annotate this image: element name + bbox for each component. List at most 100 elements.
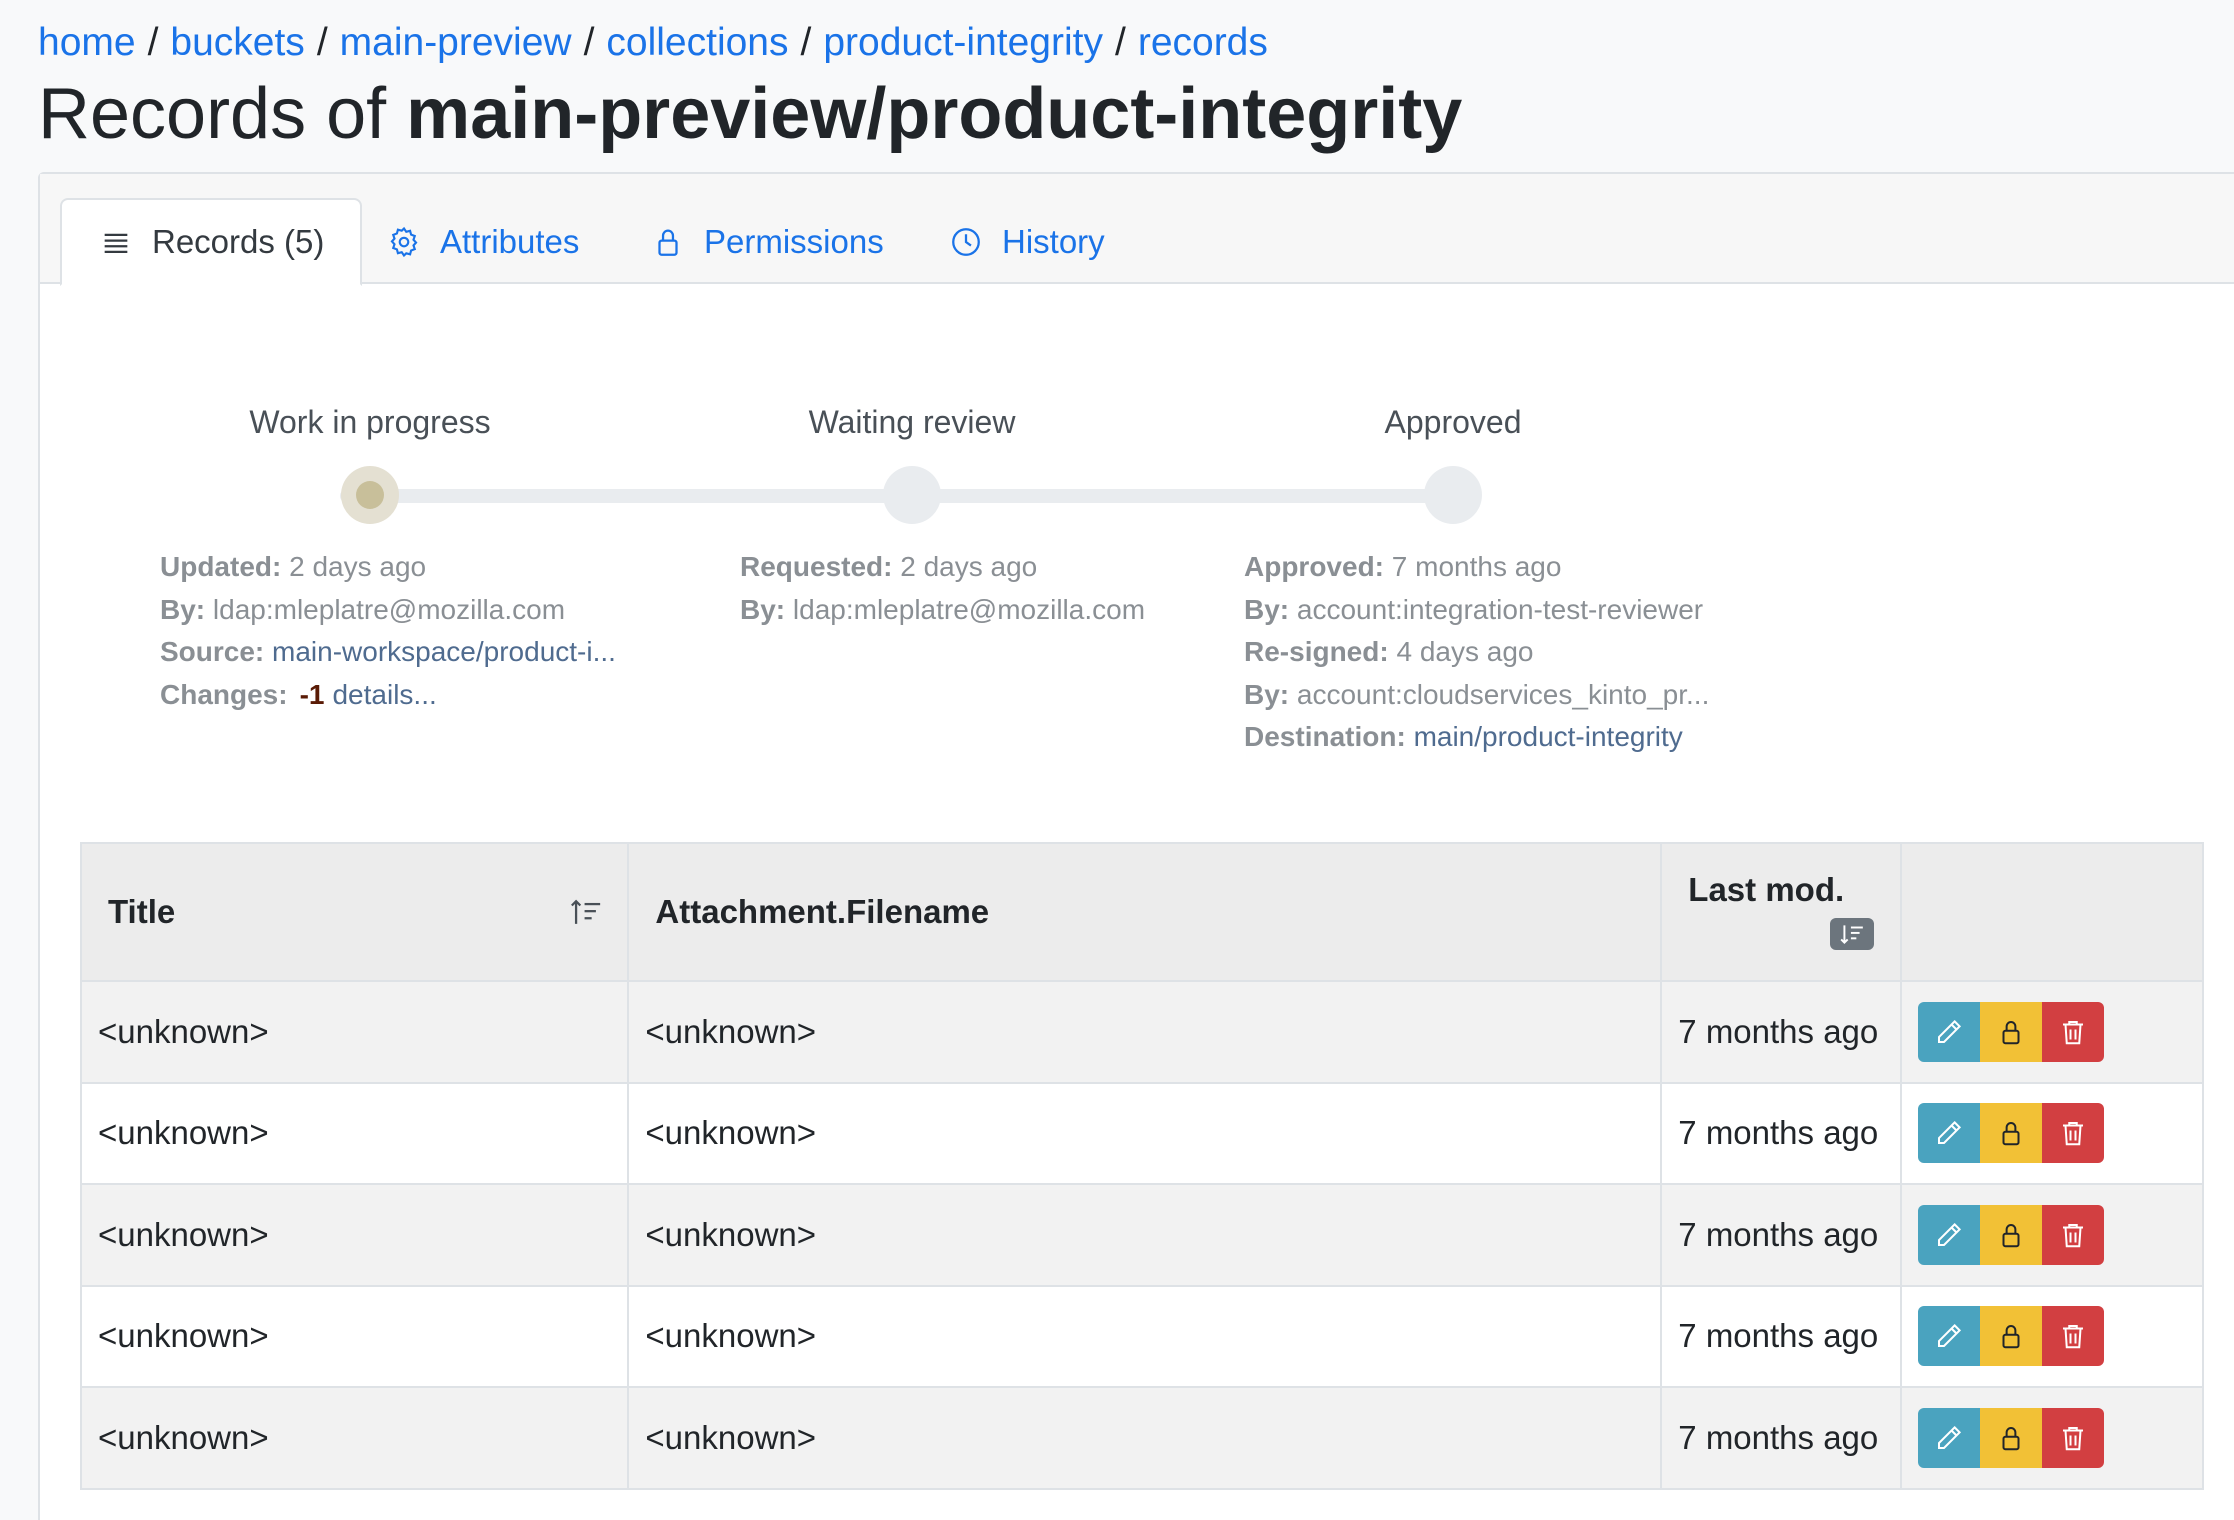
delete-record-button[interactable]	[2042, 1306, 2105, 1367]
record-filename: <unknown>	[627, 980, 1663, 1084]
records-table-body: <unknown> <unknown> 7 months ago <unknow…	[79, 980, 2204, 1490]
destination-link[interactable]: main/product-integrity	[1414, 721, 1683, 752]
table-header-row: Title Attachment.Filename Last mod.	[79, 842, 2204, 982]
record-permissions-button[interactable]	[1980, 1103, 2043, 1164]
record-filename: <unknown>	[627, 1386, 1663, 1490]
tab-permissions[interactable]: Permissions	[650, 198, 884, 286]
delete-record-button[interactable]	[2042, 1001, 2105, 1062]
lock-icon	[2002, 1325, 2020, 1349]
approved-line: Approved: 7 months ago	[1244, 551, 1562, 582]
breadcrumb-home[interactable]: home	[38, 18, 136, 68]
record-filename: <unknown>	[627, 1183, 1663, 1287]
record-last-modified: 7 months ago	[1660, 1183, 1903, 1287]
lock-icon	[650, 224, 686, 260]
step-waiting-review-label: Waiting review	[808, 404, 1016, 440]
lock-icon	[2002, 1426, 2020, 1450]
record-permissions-button[interactable]	[1980, 1407, 2043, 1468]
tab-history[interactable]: History	[948, 198, 1105, 286]
trash-icon	[2063, 1426, 2084, 1450]
pencil-icon	[1938, 1222, 1962, 1246]
breadcrumb-separator: /	[316, 21, 328, 64]
tab-records-label: Records (5)	[152, 223, 325, 260]
requested-line: Requested: 2 days ago	[740, 551, 1038, 582]
trash-icon	[2063, 1223, 2084, 1247]
tab-history-label: History	[1002, 223, 1105, 260]
trash-icon	[2063, 1122, 2084, 1146]
delete-record-button[interactable]	[2042, 1204, 2105, 1265]
waiting-review-info: Requested: 2 days ago By: ldap:mleplatre…	[740, 546, 1145, 631]
trash-icon	[2063, 1020, 2084, 1044]
sort-descending-icon[interactable]	[1830, 917, 1875, 950]
changes-count: -1	[299, 678, 325, 710]
record-action-buttons	[1918, 1407, 2105, 1468]
record-actions	[1900, 1081, 2204, 1185]
requested-by-line: By: ldap:mleplatre@mozilla.com	[740, 593, 1146, 625]
record-action-buttons	[1918, 1306, 2105, 1367]
tab-records[interactable]: Records (5)	[60, 198, 363, 286]
column-attachment-filename[interactable]: Attachment.Filename	[627, 842, 1663, 982]
breadcrumb-separator: /	[800, 21, 812, 64]
column-title-label: Title	[108, 893, 176, 930]
clock-icon	[948, 224, 984, 260]
source-link[interactable]: main-workspace/product-i...	[272, 636, 616, 667]
record-permissions-button[interactable]	[1980, 1204, 2043, 1265]
trash-icon	[2063, 1325, 2084, 1349]
breadcrumb-buckets[interactable]: buckets	[170, 18, 304, 68]
edit-record-button[interactable]	[1918, 1306, 1981, 1367]
breadcrumb-records[interactable]: records	[1138, 18, 1268, 68]
sort-ascending-icon[interactable]	[569, 897, 603, 927]
changes-details-link[interactable]: details...	[332, 679, 436, 710]
record-actions	[1900, 1386, 2204, 1490]
record-action-buttons	[1918, 1204, 2105, 1265]
destination-line: Destination: main/product-integrity	[1244, 721, 1683, 752]
lock-icon	[2002, 1223, 2020, 1247]
tab-attributes-label: Attributes	[440, 223, 580, 260]
breadcrumb-separator: /	[583, 21, 595, 64]
column-attachment-filename-label: Attachment.Filename	[655, 893, 990, 930]
breadcrumb-collections[interactable]: collections	[606, 18, 788, 68]
record-filename: <unknown>	[627, 1081, 1663, 1185]
pencil-icon	[1938, 1425, 1962, 1449]
approved-by-line: By: account:integration-test-reviewer	[1244, 593, 1704, 625]
delete-record-button[interactable]	[2042, 1103, 2105, 1164]
edit-record-button[interactable]	[1918, 1407, 1981, 1468]
page-title-collection: main-preview/product-integrity	[406, 74, 1463, 154]
breadcrumb-separator: /	[1114, 21, 1126, 64]
delete-record-button[interactable]	[2042, 1407, 2105, 1468]
edit-record-button[interactable]	[1918, 1001, 1981, 1062]
pencil-icon	[1938, 1019, 1962, 1043]
table-row[interactable]: <unknown> <unknown> 7 months ago	[79, 1081, 2204, 1185]
record-actions	[1900, 980, 2204, 1084]
record-actions	[1900, 1284, 2204, 1388]
updated-line: Updated: 2 days ago	[160, 551, 427, 582]
pencil-icon	[1938, 1324, 1962, 1348]
record-permissions-button[interactable]	[1980, 1001, 2043, 1062]
step-work-in-progress-dot	[341, 466, 399, 524]
breadcrumb-bucket[interactable]: main-preview	[340, 18, 572, 68]
table-row[interactable]: <unknown> <unknown> 7 months ago	[79, 980, 2204, 1084]
tab-permissions-label: Permissions	[704, 223, 884, 260]
work-in-progress-info: Updated: 2 days ago By: ldap:mleplatre@m…	[160, 546, 616, 716]
table-row[interactable]: <unknown> <unknown> 7 months ago	[79, 1284, 2204, 1388]
column-title[interactable]: Title	[79, 842, 630, 982]
edit-record-button[interactable]	[1918, 1204, 1981, 1265]
record-permissions-button[interactable]	[1980, 1306, 2043, 1367]
breadcrumb-collection[interactable]: product-integrity	[823, 18, 1103, 68]
record-title: <unknown>	[79, 1284, 630, 1388]
tab-attributes[interactable]: Attributes	[386, 198, 579, 286]
record-filename: <unknown>	[627, 1284, 1663, 1388]
record-last-modified: 7 months ago	[1660, 1081, 1903, 1185]
table-row[interactable]: <unknown> <unknown> 7 months ago	[79, 1183, 2204, 1287]
step-approved-dot	[1424, 466, 1482, 524]
resigned-line: Re-signed: 4 days ago	[1244, 636, 1534, 667]
resigned-by-line: By: account:cloudservices_kinto_pr...	[1244, 678, 1710, 710]
column-last-modified[interactable]: Last mod.	[1660, 842, 1903, 982]
edit-record-button[interactable]	[1918, 1103, 1981, 1164]
record-title: <unknown>	[79, 980, 630, 1084]
record-action-buttons	[1918, 1001, 2105, 1062]
record-title: <unknown>	[79, 1183, 630, 1287]
breadcrumb-separator: /	[147, 21, 159, 64]
pencil-icon	[1938, 1121, 1962, 1145]
record-last-modified: 7 months ago	[1660, 1386, 1903, 1490]
table-row[interactable]: <unknown> <unknown> 7 months ago	[79, 1386, 2204, 1490]
